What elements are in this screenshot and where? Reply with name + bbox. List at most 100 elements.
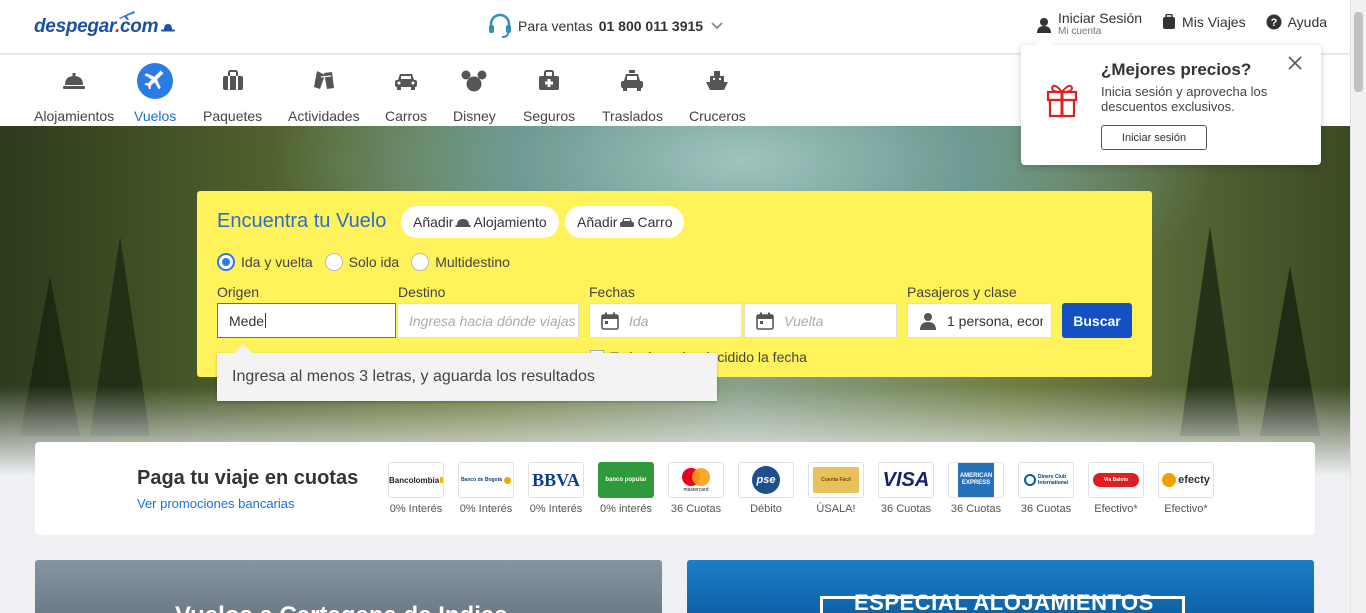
nav-cruceros[interactable]: Cruceros [689,63,746,124]
nav-alojamientos[interactable]: Alojamientos [34,63,114,124]
search-button[interactable]: Buscar [1062,303,1132,338]
user-menu: Iniciar Sesión Mi cuenta Mis Viajes ? Ayu… [1036,10,1327,38]
nav-traslados[interactable]: Traslados [602,63,663,124]
login-promo-popup: ¿Mejores precios? Inicia sesión y aprove… [1021,37,1321,165]
destination-input[interactable]: Ingresa hacia dónde viajas [397,303,579,338]
sales-number: 01 800 011 3915 [598,18,704,34]
visa-logo: VISA [878,462,934,498]
help-label: Ayuda [1287,14,1328,30]
mastercard-logo: mastercard [668,462,724,498]
logo-plane-icon [119,11,135,20]
add-car-button[interactable]: Añadir Carro [565,206,685,238]
calendar-icon [756,312,774,330]
hotel-icon [455,219,471,227]
car-icon [620,217,635,227]
bbva-logo: BBVA [528,462,584,498]
efecty-logo: efecty [1158,462,1214,498]
bank-baloto[interactable]: Via Baloto Efectivo* [1088,462,1144,515]
gift-icon [1046,84,1078,118]
promo-alojamientos[interactable]: ESPECIAL ALOJAMIENTOS [687,560,1314,613]
login-menu[interactable]: Iniciar Sesión Mi cuenta [1036,10,1143,38]
payment-options-card: Paga tu viaje en cuotas Ver promociones … [35,442,1315,535]
search-title: Encuentra tu Vuelo [217,210,387,232]
svg-text:?: ? [1270,17,1277,29]
my-trips-menu[interactable]: Mis Viajes [1162,14,1246,30]
dates-label: Fechas [589,284,635,300]
nav-seguros[interactable]: Seguros [523,63,575,124]
passengers-label: Pasajeros y clase [907,284,1017,300]
despegar-logo[interactable]: despegar.com [34,11,176,42]
bank-efecty[interactable]: efecty Efectivo* [1158,462,1214,515]
help-icon: ? [1266,14,1282,30]
mickey-icon [456,63,492,99]
bank-cuenta-facil[interactable]: Cuenta Fácil ÚSALA! [808,462,864,515]
chevron-down-icon [711,22,723,30]
nav-paquetes[interactable]: Paquetes [203,63,262,124]
ship-icon [699,63,735,99]
close-icon[interactable] [1287,55,1303,71]
add-hotel-button[interactable]: Añadir Alojamiento [401,206,559,238]
activities-icon [306,63,342,99]
person-icon [920,312,936,330]
cuenta-facil-logo: Cuenta Fácil [808,462,864,498]
baloto-logo: Via Baloto [1088,462,1144,498]
bank-bancolombia[interactable]: Bancolombia 0% Interés [388,462,444,515]
bank-pse[interactable]: pse Débito [738,462,794,515]
nav-vuelos[interactable]: Vuelos [134,63,176,124]
page-scrollbar[interactable] [1350,0,1366,613]
radio-multi-destination[interactable]: Multidestino [411,253,510,271]
popup-title: ¿Mejores precios? [1101,60,1252,79]
taxi-icon [614,63,650,99]
radio-one-way[interactable]: Solo ida [324,253,399,271]
bank-popular[interactable]: banco popular 0% interés [598,462,654,515]
bank-diners[interactable]: Diners Club International 36 Cuotas [1018,462,1074,515]
diners-logo: Diners Club International [1018,462,1074,498]
bank-visa[interactable]: VISA 36 Cuotas [878,462,934,515]
bank-amex[interactable]: AMERICAN EXPRESS 36 Cuotas [948,462,1004,515]
pse-logo: pse [738,462,794,498]
nav-disney[interactable]: Disney [453,63,496,124]
bank-mastercard[interactable]: mastercard 36 Cuotas [668,462,724,515]
popup-description: Inicia sesión y aprovecha los descuentos… [1101,84,1268,114]
promo-cartagena-text: Vuelos a Cartagena de Indias [175,602,508,613]
scrollbar-thumb[interactable] [1354,12,1363,92]
nav-actividades[interactable]: Actividades [288,63,360,124]
popup-login-button[interactable]: Iniciar sesión [1101,125,1207,150]
user-icon [1037,18,1051,33]
bank-bogota[interactable]: Banco de Bogotá 0% Interés [458,462,514,515]
headset-icon [489,13,511,38]
origin-input[interactable]: Mede [217,303,396,338]
logo-text: despegar.com [34,16,159,37]
login-sublabel: Mi cuenta [1058,26,1102,37]
logo-hat-icon [161,23,176,31]
calendar-icon [601,312,619,330]
bancolombia-logo: Bancolombia [388,462,444,498]
origin-label: Origen [217,284,260,300]
return-date-input[interactable]: Vuelta [744,303,897,338]
promo-alojamientos-text: ESPECIAL ALOJAMIENTOS [854,590,1154,613]
plane-icon [137,63,174,99]
sales-phone[interactable]: Para ventas 01 800 011 3915 [488,13,723,39]
help-menu[interactable]: ? Ayuda [1266,14,1327,30]
destination-label: Destino [398,284,446,300]
sales-label: Para ventas [518,18,593,34]
car-icon [388,63,424,99]
nav-carros[interactable]: Carros [385,63,427,124]
departure-date-input[interactable]: Ida [589,303,742,338]
hotel-icon [56,63,92,99]
luggage-icon [1163,14,1176,29]
amex-logo: AMERICAN EXPRESS [948,462,1004,498]
origin-hint-tooltip: Ingresa al menos 3 letras, y aguarda los… [217,344,717,401]
bank-bbva[interactable]: BBVA 0% Interés [528,462,584,515]
banco-bogota-logo: Banco de Bogotá [458,462,514,498]
radio-round-trip[interactable]: Ida y vuelta [217,253,313,271]
passengers-input[interactable]: 1 persona, econ [907,303,1052,338]
my-trips-label: Mis Viajes [1182,14,1246,30]
payment-title: Paga tu viaje en cuotas [137,467,359,489]
insurance-icon [531,63,567,99]
login-label: Iniciar Sesión [1058,10,1143,26]
banco-popular-logo: banco popular [598,462,654,498]
suitcase-icon [215,63,251,99]
bank-promotions-link[interactable]: Ver promociones bancarias [137,496,295,511]
promo-cartagena[interactable]: Vuelos a Cartagena de Indias [35,560,662,613]
